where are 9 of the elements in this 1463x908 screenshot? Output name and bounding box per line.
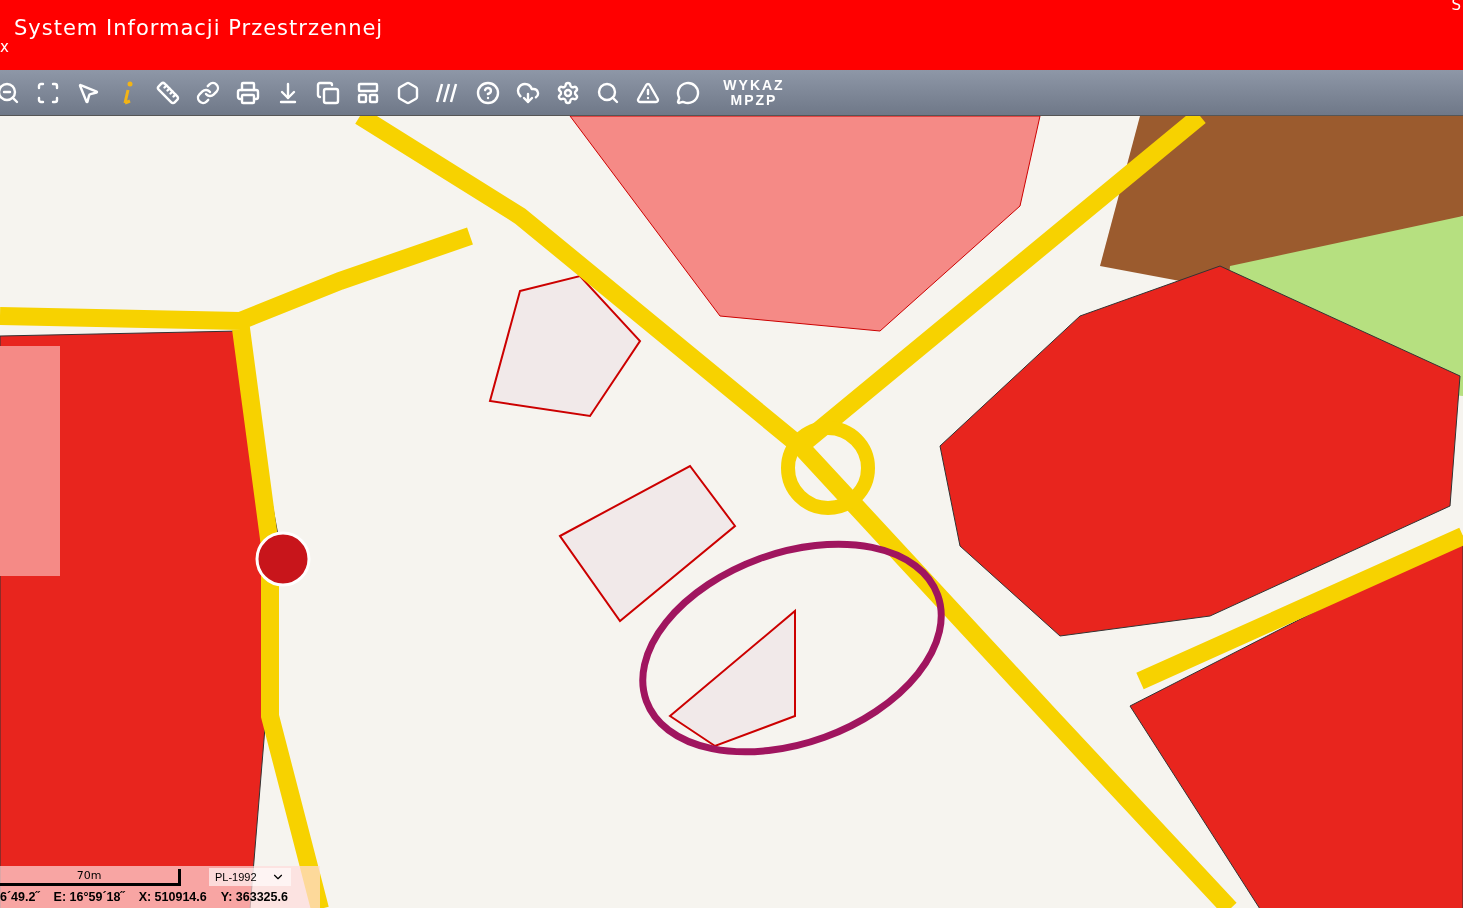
app-title: System Informacji Przestrzennej [14, 16, 384, 40]
coordinate-text: Y: 363325.6 [220, 890, 288, 904]
coordinate-text: X: 510914.6 [138, 890, 207, 904]
crs-select[interactable]: PL-1992 [209, 868, 291, 886]
coordinate-text: E: 16°59´18˝ [53, 890, 125, 904]
wykaz-mpzp-button[interactable]: WYKAZ MPZP [714, 77, 794, 108]
close-glyph[interactable]: x [0, 38, 9, 56]
coordinate-text: 6´49.2˝ [0, 890, 40, 904]
scale-bar: 70m [0, 869, 181, 886]
